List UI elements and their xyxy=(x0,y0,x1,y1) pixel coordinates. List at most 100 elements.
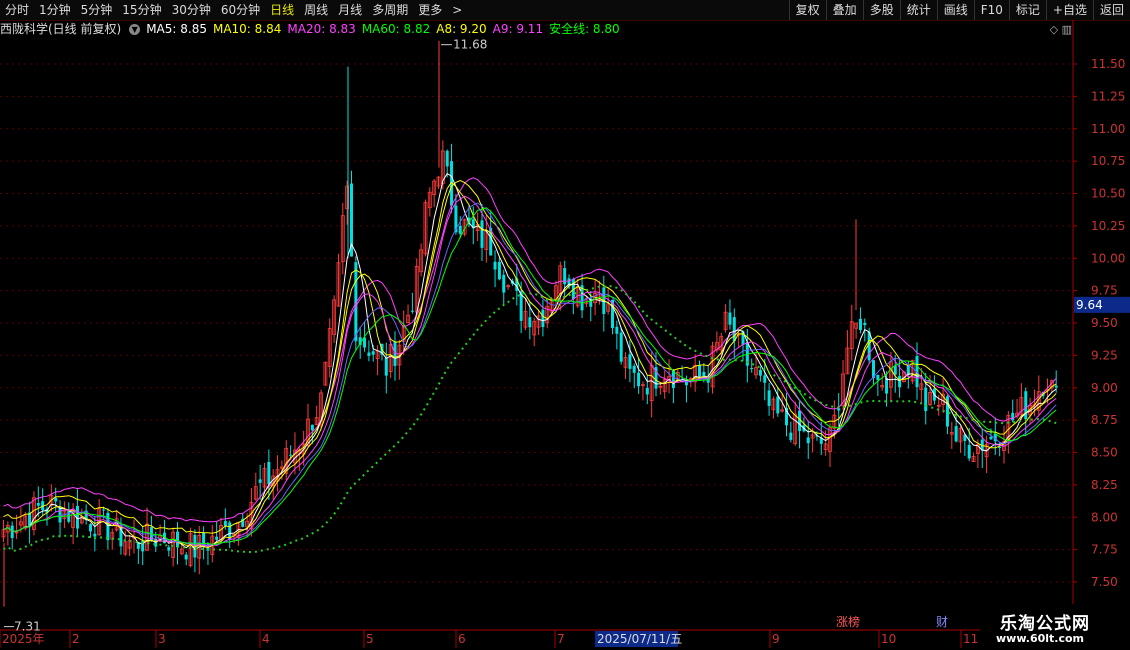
candle-body-down xyxy=(837,408,841,411)
chevron-right-icon[interactable]: > xyxy=(447,0,467,20)
time-label: 11 xyxy=(963,632,978,646)
candle-body-down xyxy=(102,509,106,511)
price-label: 11.00 xyxy=(1091,122,1125,136)
watermark-title: 乐淘公式网 xyxy=(1000,614,1090,634)
candle-body-down xyxy=(93,533,97,537)
candle-body-down xyxy=(371,351,375,355)
price-label: 9.50 xyxy=(1091,316,1118,330)
time-label: 7 xyxy=(557,632,565,646)
period-tab-0[interactable]: 分时 xyxy=(0,0,34,20)
candle-body-down xyxy=(1011,412,1015,421)
a9-line xyxy=(3,177,1057,523)
cai-marker: 财 xyxy=(936,615,948,629)
candle-body-down xyxy=(750,368,754,370)
tool-button-7[interactable]: +自选 xyxy=(1045,0,1093,20)
time-label: 2025年 xyxy=(2,632,45,646)
candle-body-down xyxy=(763,375,767,383)
period-tab-4[interactable]: 30分钟 xyxy=(167,0,216,20)
ma60-line xyxy=(3,202,1057,546)
candle-body-down xyxy=(215,536,219,540)
candle-body-down xyxy=(502,274,506,293)
time-label: 2 xyxy=(72,632,80,646)
candle-body-down xyxy=(384,357,388,376)
candle-body-down xyxy=(893,365,897,375)
candle-body-down xyxy=(885,377,889,394)
period-tab-10[interactable]: 更多 xyxy=(413,0,447,20)
candle-body-down xyxy=(267,462,271,485)
watermark-url: www.60lt.com xyxy=(996,632,1085,645)
period-tabs: 分时 1分钟 5分钟 15分钟 30分钟 60分钟 日线 周线 月线 多周期 更多 > xyxy=(0,0,467,20)
candle-body-down xyxy=(898,375,902,388)
period-tab-6[interactable]: 日线 xyxy=(265,0,299,20)
candle-body-down xyxy=(698,365,701,377)
period-tab-9[interactable]: 多周期 xyxy=(367,0,413,20)
candle-body-down xyxy=(58,507,62,523)
cursor-date-label: 2025/07/11/五 xyxy=(597,632,682,646)
price-label: 8.00 xyxy=(1091,510,1118,524)
candle-body-down xyxy=(876,374,880,380)
period-tab-1[interactable]: 1分钟 xyxy=(34,0,76,20)
tool-button-2[interactable]: 多股 xyxy=(862,0,900,20)
candle-body-down xyxy=(728,312,732,325)
ma5-line xyxy=(3,172,1057,551)
a8-line xyxy=(3,180,1057,534)
price-label: 8.50 xyxy=(1091,446,1118,460)
period-tab-3[interactable]: 15分钟 xyxy=(117,0,166,20)
period-toolbar: 分时 1分钟 5分钟 15分钟 30分钟 60分钟 日线 周线 月线 多周期 更多 > 复权 叠加 多股统… xyxy=(0,0,1130,21)
candle-body-down xyxy=(89,524,92,532)
candle-body-down xyxy=(858,318,862,330)
candle-body-down xyxy=(223,521,227,526)
time-label: 3 xyxy=(158,632,166,646)
tool-button-0[interactable]: 复权 xyxy=(788,0,826,20)
candle-body-down xyxy=(445,150,449,167)
candle-body-down xyxy=(289,454,293,456)
candle-body-down xyxy=(732,317,736,342)
time-label: 10 xyxy=(881,632,896,646)
candle-body-down xyxy=(541,309,545,328)
candle-body-down xyxy=(184,554,188,560)
tool-button-3[interactable]: 统计 xyxy=(899,0,937,20)
candle-body-down xyxy=(863,322,867,326)
candle-body-down xyxy=(967,444,971,459)
period-tab-5[interactable]: 60分钟 xyxy=(216,0,265,20)
candle-body-down xyxy=(497,261,501,280)
tool-button-1[interactable]: 叠加 xyxy=(825,0,863,20)
high-price-label: 11.68 xyxy=(453,38,487,52)
candle-body-down xyxy=(806,437,810,444)
candle-body-down xyxy=(10,525,14,539)
tool-button-6[interactable]: 标记 xyxy=(1008,0,1046,20)
site-watermark: 乐淘公式网 www.60lt.com xyxy=(980,604,1130,650)
period-tab-2[interactable]: 5分钟 xyxy=(76,0,118,20)
period-tab-8[interactable]: 月线 xyxy=(333,0,367,20)
price-label: 11.50 xyxy=(1091,57,1125,71)
time-label: 9 xyxy=(772,632,780,646)
price-label: 11.25 xyxy=(1091,89,1125,103)
candle-body-down xyxy=(632,365,636,373)
tool-button-4[interactable]: 画线 xyxy=(936,0,974,20)
ma20-line xyxy=(3,195,1057,547)
candle-body-down xyxy=(789,432,793,440)
price-label: 10.50 xyxy=(1091,187,1125,201)
time-label: 5 xyxy=(366,632,374,646)
candle-body-down xyxy=(924,387,928,412)
price-label: 9.75 xyxy=(1091,284,1118,298)
price-label: 10.25 xyxy=(1091,219,1125,233)
price-label: 9.00 xyxy=(1091,381,1118,395)
candle-body-down xyxy=(310,424,314,431)
candle-body-down xyxy=(776,396,780,414)
candle-body-down xyxy=(619,332,623,362)
candle-body-down xyxy=(493,261,497,270)
kline-chart[interactable]: 11.5011.2511.0010.7510.5010.2510.009.759… xyxy=(0,20,1130,650)
period-tab-7[interactable]: 周线 xyxy=(299,0,333,20)
tool-button-8[interactable]: 返回 xyxy=(1092,0,1130,20)
tool-button-5[interactable]: F10 xyxy=(973,0,1009,20)
candle-body-down xyxy=(54,497,58,502)
price-label: 7.75 xyxy=(1091,543,1118,557)
time-label: 4 xyxy=(262,632,270,646)
candle-body-down xyxy=(645,387,649,395)
candle-body-down xyxy=(1054,385,1058,388)
price-label: 8.25 xyxy=(1091,478,1118,492)
candle-body-down xyxy=(458,225,462,234)
candle-body-down xyxy=(176,531,179,548)
candle-body-down xyxy=(367,352,371,356)
